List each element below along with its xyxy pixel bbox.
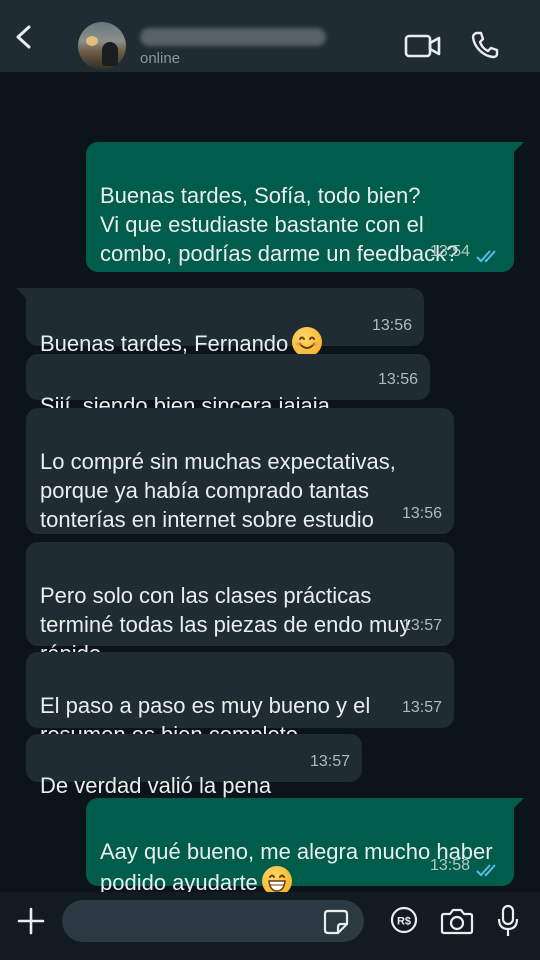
microphone-icon [497, 904, 519, 936]
smiling-face-emoji [292, 327, 323, 357]
payment-button[interactable]: R$ [390, 906, 418, 934]
contact-name-blurred[interactable] [140, 28, 326, 46]
message-text: Buenas tardes, Fernando [40, 331, 289, 356]
back-arrow-icon [16, 25, 31, 49]
message-time: 13:58 [429, 857, 470, 874]
video-call-button[interactable] [404, 32, 442, 60]
contact-avatar[interactable] [78, 22, 126, 70]
message-text: De verdad valió la pena [40, 773, 272, 798]
message-time: 13:56 [401, 505, 442, 522]
chat-header: online [0, 0, 540, 72]
message-outgoing[interactable]: Buenas tardes, Sofía, todo bien? Vi que … [86, 142, 524, 272]
svg-text:R$: R$ [397, 916, 411, 928]
attach-button[interactable] [16, 906, 46, 936]
payment-icon: R$ [390, 906, 418, 934]
contact-status: online [140, 50, 181, 67]
message-time: 13:57 [401, 617, 442, 634]
read-ticks-icon [476, 250, 496, 263]
video-call-icon [404, 34, 441, 58]
message-time: 13:56 [371, 317, 412, 334]
message-incoming[interactable]: Pero solo con las clases prácticas termi… [26, 542, 454, 666]
chat-area[interactable]: Buenas tardes, Sofía, todo bien? Vi que … [0, 72, 540, 896]
message-text: Lo compré sin muchas expectativas, porqu… [40, 449, 396, 532]
sticker-button[interactable] [322, 908, 350, 936]
phone-icon [471, 31, 499, 59]
plus-icon [17, 907, 45, 935]
message-time: 13:57 [401, 699, 442, 716]
message-time: 13:56 [377, 371, 418, 388]
message-input[interactable] [62, 900, 364, 942]
message-incoming[interactable]: Lo compré sin muchas expectativas, porqu… [26, 408, 454, 534]
voice-call-button[interactable] [470, 30, 500, 60]
read-ticks-icon [476, 864, 496, 877]
sticker-icon [323, 909, 349, 935]
back-button[interactable] [10, 22, 40, 52]
message-time: 13:57 [309, 753, 350, 770]
message-incoming[interactable]: Buenas tardes, Fernando 13:56 [16, 288, 424, 357]
message-text: Buenas tardes, Sofía, todo bien? Vi que … [100, 183, 459, 266]
message-outgoing[interactable]: Aay qué bueno, me alegra mucho haber pod… [86, 798, 524, 896]
camera-button[interactable] [440, 906, 474, 936]
message-incoming[interactable]: De verdad valió la pena 13:57 [26, 734, 362, 798]
message-incoming[interactable]: Siií, siendo bien sincera jajaja 13:56 [26, 354, 430, 418]
message-time: 13:54 [429, 243, 470, 260]
message-incoming[interactable]: El paso a paso es muy bueno y el resumen… [26, 652, 454, 747]
voice-message-button[interactable] [496, 904, 520, 938]
camera-icon [440, 908, 474, 935]
